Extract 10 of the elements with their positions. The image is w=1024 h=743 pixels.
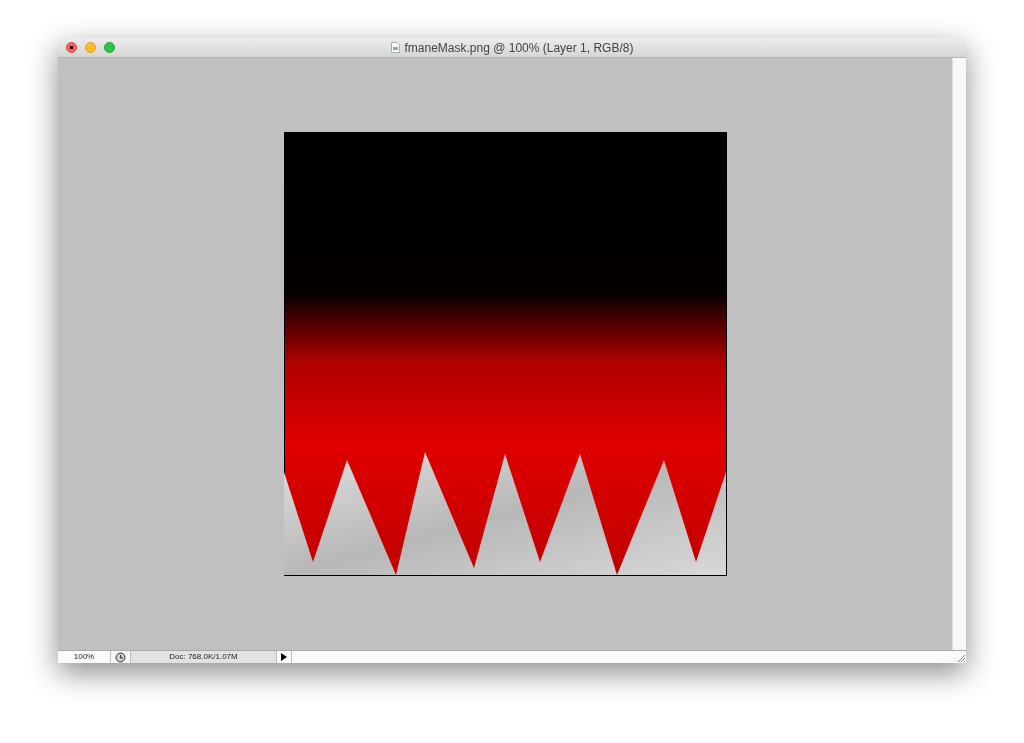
document-size-info: Doc: 768.0K/1.07M xyxy=(130,651,277,663)
zoom-level-field[interactable]: 100% xyxy=(58,651,111,663)
vertical-scrollbar[interactable] xyxy=(952,58,966,650)
close-icon[interactable] xyxy=(66,42,77,53)
minimize-icon[interactable] xyxy=(85,42,96,53)
clock-icon[interactable] xyxy=(115,651,126,663)
zoom-icon[interactable] xyxy=(104,42,115,53)
document-icon xyxy=(390,42,400,53)
window-title: fmaneMask.png @ 100% (Layer 1, RGB/8) xyxy=(404,40,634,55)
play-arrow-icon[interactable] xyxy=(281,653,287,661)
